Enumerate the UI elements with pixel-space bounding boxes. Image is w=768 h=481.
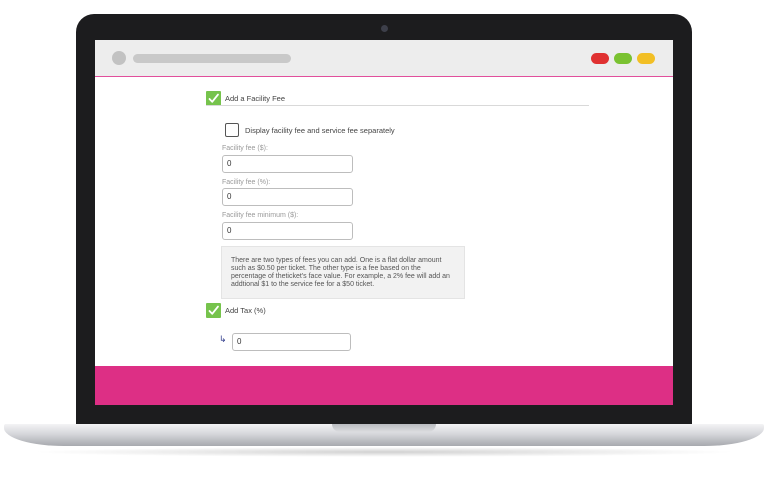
fee-info-box: There are two types of fees you can add.… bbox=[221, 246, 465, 299]
add-tax-label: Add Tax (%) bbox=[225, 306, 266, 315]
window-maximize-button[interactable] bbox=[614, 53, 632, 64]
tax-percent-input[interactable]: 0 bbox=[232, 333, 351, 351]
facility-fee-minimum-input[interactable]: 0 bbox=[222, 222, 353, 240]
facility-fee-percent-label: Facility fee (%): bbox=[222, 179, 271, 186]
facility-fee-minimum-label: Facility fee minimum ($): bbox=[222, 212, 299, 219]
facility-fee-percent-input[interactable]: 0 bbox=[222, 188, 353, 206]
checkmark-icon bbox=[208, 93, 219, 103]
facility-fee-checkbox[interactable] bbox=[206, 91, 221, 106]
facility-fee-checkbox-label: Add a Facility Fee bbox=[225, 94, 286, 103]
window-close-button[interactable] bbox=[591, 53, 609, 64]
checkmark-icon bbox=[208, 305, 219, 315]
laptop-base-notch bbox=[332, 424, 436, 432]
browser-toolbar bbox=[95, 40, 673, 77]
page-footer-bar bbox=[95, 366, 673, 405]
laptop-shadow bbox=[30, 447, 738, 457]
arrow-down-right-icon: ↳ bbox=[219, 334, 227, 344]
facility-fee-dollar-input[interactable]: 0 bbox=[222, 155, 353, 173]
display-separately-label: Display facility fee and service fee sep… bbox=[245, 126, 395, 135]
laptop-screen: Add a Facility Fee Display facility fee … bbox=[95, 40, 673, 405]
address-bar[interactable] bbox=[133, 54, 291, 63]
webcam bbox=[381, 25, 388, 32]
window-minimize-button[interactable] bbox=[637, 53, 655, 64]
add-tax-checkbox[interactable] bbox=[206, 303, 221, 318]
section-divider bbox=[206, 105, 589, 106]
display-separately-checkbox[interactable] bbox=[225, 123, 239, 137]
facility-fee-dollar-label: Facility fee ($): bbox=[222, 145, 268, 152]
browser-nav-button[interactable] bbox=[112, 51, 126, 65]
